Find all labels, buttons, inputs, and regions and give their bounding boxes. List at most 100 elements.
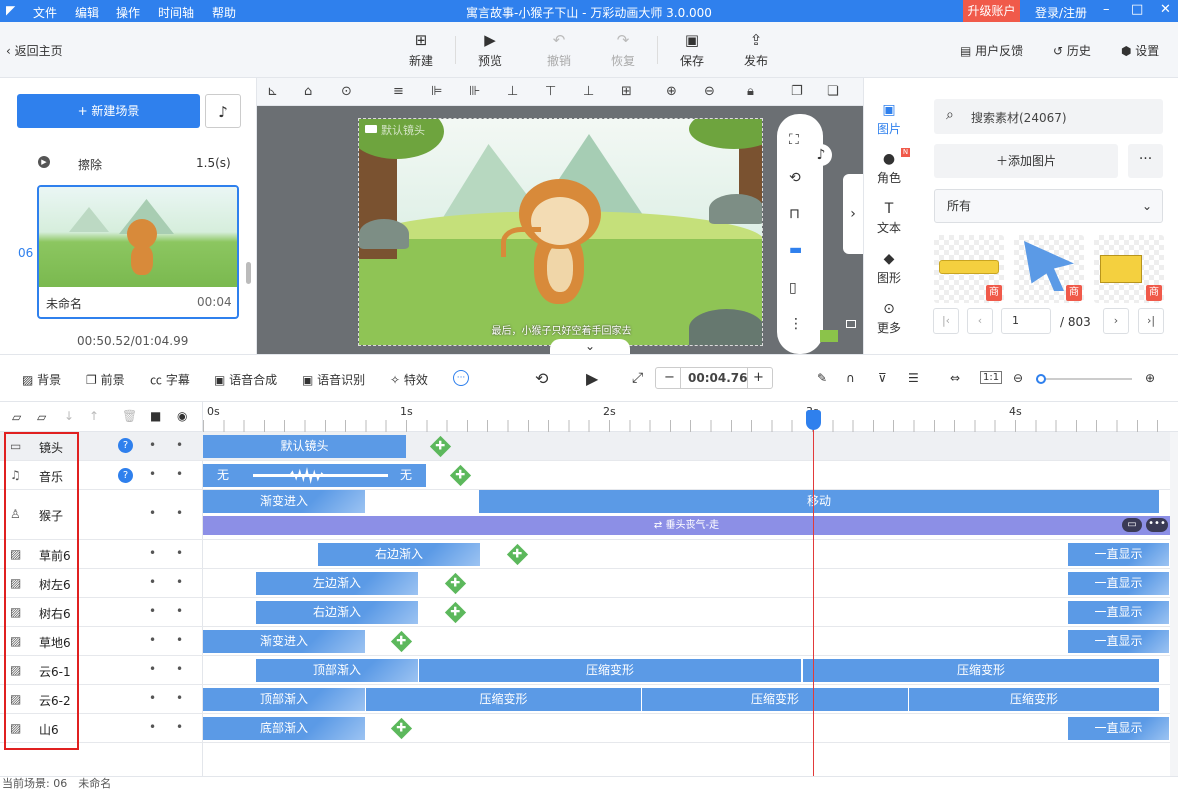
track-row[interactable]: ▨ 树左6 • • 左边渐入 ✚ 一直显示	[0, 569, 1170, 598]
new-button[interactable]: ⊞ 新建	[396, 30, 446, 69]
zoom-slider[interactable]	[1036, 378, 1132, 380]
expand-preview-icon[interactable]	[846, 320, 856, 328]
scene-card[interactable]: 未命名 00:04	[37, 185, 239, 319]
minimize-button[interactable]: –	[1103, 2, 1110, 17]
grass-clip[interactable]: 渐变进入	[203, 630, 365, 653]
align-bottom-icon[interactable]: ⊥	[583, 84, 594, 99]
foreground-button[interactable]: ❐ 前景	[86, 371, 125, 388]
move-up-icon[interactable]: ↑	[89, 409, 99, 423]
always-show-clip[interactable]: 一直显示	[1068, 572, 1169, 595]
background-button[interactable]: ▨ 背景	[22, 371, 61, 388]
visible-dot[interactable]: •	[176, 467, 183, 481]
prev-page-button[interactable]: ‹	[967, 308, 993, 334]
replay-icon[interactable]: ⟲	[535, 369, 548, 388]
history-button[interactable]: ↺ 历史	[1053, 42, 1091, 59]
copy-icon[interactable]: ❐	[791, 84, 803, 99]
align-top-icon[interactable]: ⊤	[545, 84, 556, 99]
add-effect-icon[interactable]: ✚	[429, 435, 452, 458]
paste-icon[interactable]: ❏	[827, 84, 839, 99]
lock-dot[interactable]: •	[149, 575, 156, 589]
align-center-icon[interactable]: ⊥	[507, 84, 518, 99]
mountain-clip[interactable]: 底部渐入	[203, 717, 365, 740]
lock-dot[interactable]: •	[149, 662, 156, 676]
monitor-icon[interactable]: ▬	[789, 242, 802, 258]
fit-screen-icon[interactable]: ⛶	[789, 132, 799, 148]
add-image-button[interactable]: ＋添加图片	[934, 144, 1118, 178]
lock-dot[interactable]: •	[149, 506, 156, 520]
help-icon[interactable]: ?	[118, 468, 133, 483]
ruler-icon[interactable]: ⊾	[267, 84, 278, 99]
preview-button[interactable]: ▶ 预览	[465, 30, 515, 69]
cloud1-squeeze-clip[interactable]: 压缩变形	[803, 659, 1159, 682]
close-button[interactable]: ✕	[1160, 2, 1171, 17]
visible-dot[interactable]: •	[176, 506, 183, 520]
add-effect-icon[interactable]: ✚	[444, 601, 467, 624]
lock-dot[interactable]: •	[149, 691, 156, 705]
thumbnail-preview-icon[interactable]	[820, 330, 838, 342]
collapse-panel-button[interactable]: ›	[843, 174, 863, 254]
page-input[interactable]: 1	[1001, 308, 1051, 334]
maximize-button[interactable]: □	[1131, 2, 1143, 17]
lock-dot[interactable]: •	[149, 546, 156, 560]
lock-icon[interactable]: ■	[150, 409, 161, 423]
always-show-clip[interactable]: 一直显示	[1068, 717, 1169, 740]
filter-icon[interactable]: ⊽	[878, 371, 887, 385]
mobile-icon[interactable]: ▯	[789, 280, 797, 296]
home-icon[interactable]: ⌂	[304, 84, 312, 99]
new-folder-icon[interactable]: ▱	[37, 410, 46, 424]
align-left-icon[interactable]: ⊫	[431, 84, 442, 99]
actual-size-icon[interactable]: 1:1	[980, 371, 1003, 384]
time-stepper[interactable]: − 00:04.76 +	[655, 367, 773, 389]
settings-button[interactable]: ⬢ 设置	[1121, 42, 1159, 59]
distribute-icon[interactable]: ≡	[393, 84, 404, 99]
rotate-icon[interactable]: ⟲	[789, 170, 801, 186]
grass-front-clip[interactable]: 右边渐入	[318, 543, 480, 566]
playhead-handle[interactable]	[806, 410, 821, 430]
redo-button[interactable]: ↷ 恢复	[598, 30, 648, 69]
cloud2-enter-clip[interactable]: 顶部渐入	[203, 688, 365, 711]
scene-scrollbar[interactable]	[246, 262, 251, 284]
delete-icon[interactable]: 🗑︎	[122, 409, 137, 423]
transition-play-icon[interactable]: ▶	[38, 156, 50, 168]
zoom-out-icon[interactable]: ⊖	[1013, 371, 1023, 385]
fullscreen-icon[interactable]: ⤢	[632, 370, 643, 386]
comment-icon[interactable]: ▭	[1122, 518, 1142, 532]
more-options-button[interactable]: ···	[1128, 144, 1163, 178]
help-icon[interactable]: ?	[118, 438, 133, 453]
visible-dot[interactable]: •	[176, 720, 183, 734]
asset-thumbnail[interactable]: 商	[934, 235, 1004, 303]
time-increment-button[interactable]: +	[753, 370, 764, 385]
effects-button[interactable]: ✧ 特效	[390, 371, 428, 388]
more-icon[interactable]: •••	[1146, 518, 1168, 532]
cloud2-squeeze-clip[interactable]: 压缩变形	[366, 688, 641, 711]
align-right-icon[interactable]: ⊪	[469, 84, 480, 99]
stage-canvas[interactable]: 默认镜头 最后，小猴子只好空着手回家去	[358, 118, 763, 346]
lock-dot[interactable]: •	[149, 467, 156, 481]
asset-thumbnail[interactable]: 商	[1094, 235, 1164, 303]
add-effect-icon[interactable]: ✚	[390, 717, 413, 740]
visible-dot[interactable]: •	[176, 575, 183, 589]
align-middle-icon[interactable]: ⊞	[621, 84, 632, 99]
lock-dot[interactable]: •	[149, 604, 156, 618]
track-row[interactable]: ▨ 树右6 • • 右边渐入 ✚ 一直显示	[0, 598, 1170, 627]
always-show-clip[interactable]: 一直显示	[1068, 543, 1169, 566]
lock-icon[interactable]: 🔒︎	[747, 84, 754, 99]
track-row[interactable]: ▨ 山6 • • 底部渐入 ✚ 一直显示	[0, 714, 1170, 743]
add-effect-icon[interactable]: ✚	[449, 464, 472, 487]
more-vertical-icon[interactable]: ⋮	[789, 316, 803, 332]
track-row[interactable]: ♙ 猴子 • • 渐变进入 移动 ⇄ 垂头丧气-走 ▭ •••	[0, 490, 1170, 540]
monkey-enter-clip[interactable]: 渐变进入	[203, 490, 365, 513]
edit-icon[interactable]: ✎	[817, 371, 827, 385]
subtitle-button[interactable]: ㏄ 字幕	[150, 371, 190, 388]
visible-dot[interactable]: •	[176, 438, 183, 452]
fit-width-icon[interactable]: ⇔	[950, 371, 960, 385]
tree-right-clip[interactable]: 右边渐入	[256, 601, 418, 624]
always-show-clip[interactable]: 一直显示	[1068, 601, 1169, 624]
cloud2-squeeze-clip[interactable]: 压缩变形	[909, 688, 1159, 711]
tts-button[interactable]: ▣ 语音合成	[214, 371, 277, 388]
track-row[interactable]: ▭ 镜头 ? • • 默认镜头 ✚	[0, 432, 1170, 461]
adjust-icon[interactable]: ☰	[908, 371, 919, 385]
camera-clip[interactable]: 默认镜头	[203, 435, 406, 458]
zoom-slider-handle[interactable]	[1036, 374, 1046, 384]
track-row[interactable]: ♫ 音乐 ? • • 无 无 ✚	[0, 461, 1170, 490]
